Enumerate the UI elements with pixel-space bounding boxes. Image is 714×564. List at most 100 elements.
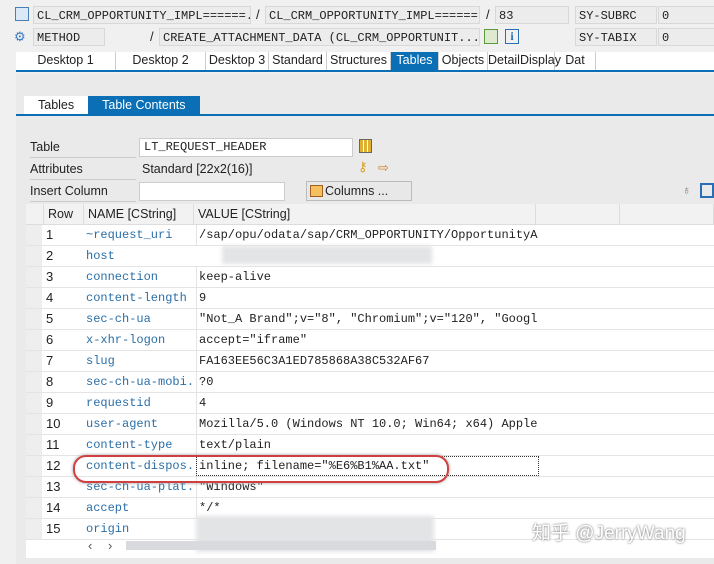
table-row[interactable]: 6 x-xhr-logon accept="iframe": [26, 330, 714, 351]
table-row[interactable]: 3 connection keep-alive: [26, 267, 714, 288]
name-cell[interactable]: ~request_uri: [86, 225, 194, 245]
table-row[interactable]: 5 sec-ch-ua "Not_A Brand";v="8", "Chromium…: [26, 309, 714, 330]
value-cell[interactable]: Mozilla/5.0 (Windows NT 10.0; Win64; x64…: [196, 414, 539, 434]
row-selector[interactable]: [26, 225, 42, 245]
table-row[interactable]: 9 requestid 4: [26, 393, 714, 414]
light-bulb-icon[interactable]: ♁: [682, 183, 691, 197]
row-selector[interactable]: [26, 498, 42, 518]
row-selector[interactable]: [26, 330, 42, 350]
value-cell[interactable]: /sap/opu/odata/sap/CRM_OPPORTUNITY/Oppor…: [196, 225, 539, 245]
row-selector[interactable]: [26, 372, 42, 392]
column-header-row[interactable]: Row: [44, 204, 84, 225]
table-row[interactable]: 11 content-type text/plain: [26, 435, 714, 456]
scroll-right-icon[interactable]: ›: [108, 538, 112, 553]
name-cell[interactable]: sec-ch-ua-mobi...: [86, 372, 194, 392]
row-selector[interactable]: [26, 351, 42, 371]
row-number: 10: [46, 416, 61, 431]
row-selector[interactable]: [26, 477, 42, 497]
column-header-empty: [620, 204, 714, 225]
tab-structures[interactable]: Structures: [327, 52, 391, 70]
name-cell[interactable]: content-type: [86, 435, 194, 455]
columns-button[interactable]: Columns ...: [306, 181, 412, 201]
row-selector[interactable]: [26, 393, 42, 413]
row-selector[interactable]: [26, 414, 42, 434]
key-icon[interactable]: ⚷: [358, 159, 368, 175]
subtab-tables[interactable]: Tables: [24, 96, 89, 114]
grid-icon: [310, 185, 323, 197]
tab-standard[interactable]: Standard: [269, 52, 327, 70]
row-selector[interactable]: [26, 519, 42, 539]
value-cell[interactable]: accept="iframe": [196, 330, 539, 350]
tab-desktop-3[interactable]: Desktop 3: [206, 52, 269, 70]
tab-detaildisplay[interactable]: DetailDisplay: [488, 52, 561, 70]
table-row[interactable]: 8 sec-ch-ua-mobi...?0: [26, 372, 714, 393]
value-cell[interactable]: ?0: [196, 372, 539, 392]
name-cell[interactable]: sec-ch-ua: [86, 309, 194, 329]
tab-desktop-2[interactable]: Desktop 2: [116, 52, 206, 70]
save-icon[interactable]: [700, 183, 714, 198]
row-number: 7: [46, 353, 54, 368]
export-icon[interactable]: ⇨: [378, 160, 389, 176]
value-cell[interactable]: 9: [196, 288, 539, 308]
name-cell[interactable]: accept: [86, 498, 194, 518]
row-number: 3: [46, 269, 54, 284]
row-number: 6: [46, 332, 54, 347]
sy-subrc-label: SY-SUBRC: [575, 6, 657, 24]
navigate-icon[interactable]: [484, 29, 498, 44]
name-cell[interactable]: requestid: [86, 393, 194, 413]
info-icon[interactable]: i: [505, 29, 519, 44]
value-cell[interactable]: keep-alive: [196, 267, 539, 287]
sy-tabix-label: SY-TABIX: [575, 28, 657, 46]
value-cell[interactable]: 4: [196, 393, 539, 413]
include-field: CL_CRM_OPPORTUNITY_IMPL======...: [265, 6, 480, 24]
row-selector[interactable]: [26, 456, 42, 476]
gear-icon: ⚙: [14, 29, 26, 44]
column-header-value[interactable]: VALUE [CString]: [194, 204, 536, 225]
sy-subrc-value: 0: [658, 6, 714, 24]
name-cell[interactable]: user-agent: [86, 414, 194, 434]
table-row[interactable]: 1 ~request_uri/sap/opu/odata/sap/CRM_OPPO…: [26, 225, 714, 246]
select-all-header[interactable]: [26, 204, 44, 225]
row-selector[interactable]: [26, 267, 42, 287]
scroll-left-icon[interactable]: ‹: [88, 538, 92, 553]
value-cell[interactable]: */*: [196, 498, 539, 518]
row-selector[interactable]: [26, 309, 42, 329]
name-cell[interactable]: x-xhr-logon: [86, 330, 194, 350]
table-row[interactable]: 7 slug FA163EE56C3A1ED785868A38C532AF67: [26, 351, 714, 372]
column-header-name[interactable]: NAME [CString]: [84, 204, 194, 225]
row-number: 9: [46, 395, 54, 410]
program-field: CL_CRM_OPPORTUNITY_IMPL======...: [33, 6, 251, 24]
event-type-field: METHOD: [33, 28, 105, 46]
sy-tabix-value: 0: [658, 28, 714, 46]
row-number: 12: [46, 458, 61, 473]
row-selector[interactable]: [26, 288, 42, 308]
program-icon: [15, 7, 29, 21]
table-icon[interactable]: [359, 139, 372, 153]
name-cell[interactable]: slug: [86, 351, 194, 371]
value-cell[interactable]: "Not_A Brand";v="8", "Chromium";v="120",…: [196, 309, 539, 329]
insert-column-input[interactable]: [139, 182, 285, 201]
subtab-table-contents[interactable]: Table Contents: [88, 96, 200, 114]
tab-objects[interactable]: Objects: [439, 52, 488, 70]
columns-button-label: Columns ...: [325, 184, 389, 198]
name-cell[interactable]: connection: [86, 267, 194, 287]
value-cell[interactable]: text/plain: [196, 435, 539, 455]
row-selector[interactable]: [26, 246, 42, 266]
name-cell[interactable]: content-length: [86, 288, 194, 308]
horizontal-scrollbar[interactable]: [126, 541, 436, 550]
row-number: 2: [46, 248, 54, 263]
tab-desktop-1[interactable]: Desktop 1: [16, 52, 116, 70]
value-cell[interactable]: FA163EE56C3A1ED785868A38C532AF67: [196, 351, 539, 371]
watermark: 知乎 @JerryWang: [532, 523, 686, 544]
tab-data[interactable]: Dat: [555, 52, 596, 70]
tab-tables[interactable]: Tables: [391, 52, 439, 70]
separator: /: [256, 7, 260, 22]
table-input[interactable]: LT_REQUEST_HEADER: [139, 138, 353, 157]
table-row[interactable]: 10 user-agent Mozilla/5.0 (Windows NT 10.0…: [26, 414, 714, 435]
name-cell[interactable]: origin: [86, 519, 194, 539]
name-cell[interactable]: host: [86, 246, 194, 266]
table-row[interactable]: 4 content-length 9: [26, 288, 714, 309]
row-number: 13: [46, 479, 61, 494]
row-selector[interactable]: [26, 435, 42, 455]
row-number: 14: [46, 500, 61, 515]
